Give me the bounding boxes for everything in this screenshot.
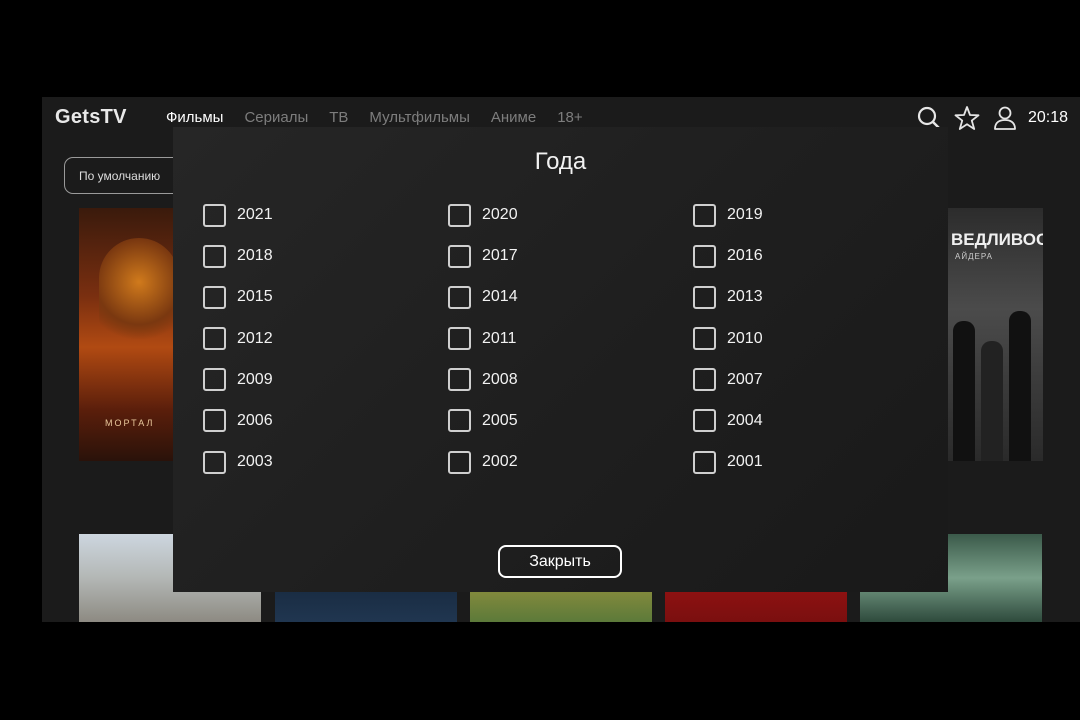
year-label: 2004 xyxy=(727,411,763,429)
year-option[interactable]: 2014 xyxy=(448,285,693,309)
year-option[interactable]: 2001 xyxy=(693,450,923,474)
year-checkbox[interactable] xyxy=(693,409,716,433)
year-option[interactable]: 2012 xyxy=(203,327,448,351)
year-option[interactable]: 2011 xyxy=(448,327,693,351)
year-option[interactable]: 2019 xyxy=(693,203,923,227)
close-button[interactable]: Закрыть xyxy=(498,545,622,578)
app-logo: GetsTV xyxy=(55,106,127,128)
year-option[interactable]: 2002 xyxy=(448,450,693,474)
year-label: 2005 xyxy=(482,411,518,429)
main-nav: Фильмы Сериалы ТВ Мультфильмы Аниме 18+ xyxy=(166,109,604,126)
year-label: 2021 xyxy=(237,206,273,223)
nav-tab-adult[interactable]: 18+ xyxy=(557,109,582,126)
movie-poster[interactable]: ВЕДЛИВОСТИ АЙДЕРА xyxy=(947,208,1043,461)
poster-art xyxy=(99,238,179,348)
year-checkbox[interactable] xyxy=(448,327,471,351)
year-option[interactable]: 2020 xyxy=(448,203,693,227)
year-option[interactable]: 2004 xyxy=(693,409,923,433)
year-option[interactable]: 2021 xyxy=(203,203,448,227)
year-option[interactable]: 2015 xyxy=(203,285,448,309)
dialog-title: Года xyxy=(534,148,587,175)
year-option[interactable]: 2016 xyxy=(693,244,923,268)
year-label: 2006 xyxy=(237,411,273,429)
year-label: 2011 xyxy=(482,329,517,347)
year-checkbox[interactable] xyxy=(203,203,226,227)
year-checkbox[interactable] xyxy=(693,285,716,309)
nav-tab-cartoons[interactable]: Мультфильмы xyxy=(369,109,469,126)
year-label: 2012 xyxy=(237,329,273,347)
year-checkbox[interactable] xyxy=(448,285,471,309)
year-label: 2015 xyxy=(237,288,273,306)
nav-tab-series[interactable]: Сериалы xyxy=(244,109,308,126)
poster-figure xyxy=(953,321,975,461)
year-checkbox[interactable] xyxy=(448,368,471,392)
user-icon[interactable] xyxy=(992,105,1018,131)
year-option[interactable]: 2007 xyxy=(693,368,923,392)
year-checkbox[interactable] xyxy=(693,450,716,474)
year-option[interactable]: 2003 xyxy=(203,450,448,474)
year-checkbox[interactable] xyxy=(448,450,471,474)
nav-tab-tv[interactable]: ТВ xyxy=(329,109,348,126)
star-icon[interactable] xyxy=(954,105,980,131)
year-checkbox[interactable] xyxy=(448,203,471,227)
year-label: 2018 xyxy=(237,247,273,265)
year-checkbox[interactable] xyxy=(203,368,226,392)
year-label: 2013 xyxy=(727,288,763,306)
year-checkbox[interactable] xyxy=(203,409,226,433)
nav-tab-films[interactable]: Фильмы xyxy=(166,109,223,126)
year-label: 2001 xyxy=(727,453,763,471)
year-label: 2014 xyxy=(482,288,518,306)
year-checkbox[interactable] xyxy=(203,285,226,309)
year-label: 2010 xyxy=(727,329,763,347)
year-option[interactable]: 2005 xyxy=(448,409,693,433)
year-option[interactable]: 2018 xyxy=(203,244,448,268)
year-option[interactable]: 2006 xyxy=(203,409,448,433)
year-label: 2016 xyxy=(727,247,763,265)
year-checkbox[interactable] xyxy=(693,203,716,227)
year-option[interactable]: 2009 xyxy=(203,368,448,392)
year-label: 2003 xyxy=(237,453,273,471)
year-option[interactable]: 2013 xyxy=(693,285,923,309)
year-checkbox[interactable] xyxy=(448,244,471,268)
poster-title: МОРТАЛ xyxy=(105,418,155,428)
year-label: 2007 xyxy=(727,370,763,388)
poster-figure xyxy=(1009,311,1031,461)
years-filter-dialog: Года 2021 2020 2019 2018 2017 2016 2015 2014 201… xyxy=(173,127,948,592)
year-option[interactable]: 2010 xyxy=(693,327,923,351)
year-label: 2019 xyxy=(727,206,763,223)
clock: 20:18 xyxy=(1027,109,1068,126)
year-checkbox[interactable] xyxy=(203,327,226,351)
year-checkbox[interactable] xyxy=(693,244,716,268)
year-label: 2008 xyxy=(482,370,518,388)
poster-figure xyxy=(981,341,1003,461)
year-label: 2017 xyxy=(482,247,518,265)
year-checkbox[interactable] xyxy=(203,450,226,474)
year-checkbox[interactable] xyxy=(203,244,226,268)
poster-subtitle: АЙДЕРА xyxy=(955,252,993,261)
poster-title: ВЕДЛИВОСТИ xyxy=(951,230,1043,249)
year-options-grid: 2021 2020 2019 2018 2017 2016 2015 2014 2013 2012… xyxy=(203,203,923,474)
year-label: 2020 xyxy=(482,206,518,223)
year-checkbox[interactable] xyxy=(448,409,471,433)
year-label: 2002 xyxy=(482,453,518,471)
year-checkbox[interactable] xyxy=(693,327,716,351)
year-label: 2009 xyxy=(237,370,273,388)
year-option[interactable]: 2017 xyxy=(448,244,693,268)
nav-tab-anime[interactable]: Аниме xyxy=(491,109,536,126)
year-checkbox[interactable] xyxy=(693,368,716,392)
year-option[interactable]: 2008 xyxy=(448,368,693,392)
